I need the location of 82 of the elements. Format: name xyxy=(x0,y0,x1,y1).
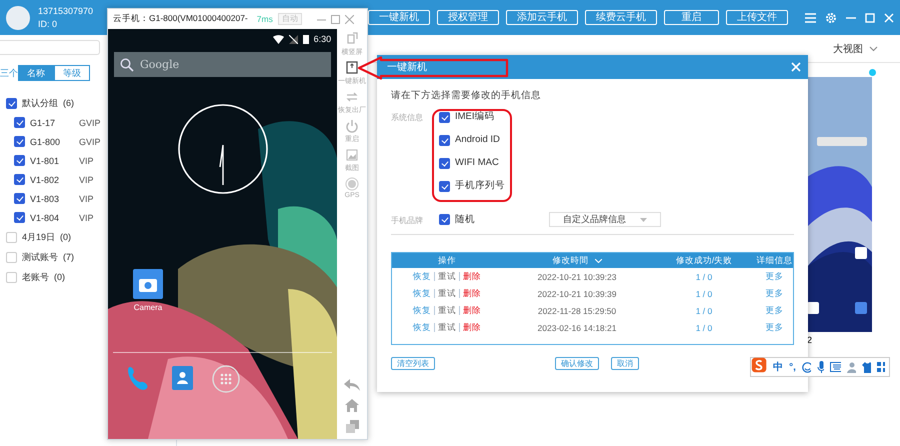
group-name[interactable]: 4月19日 xyxy=(22,230,56,244)
option-label[interactable]: IMEI编码 xyxy=(455,111,495,123)
column-header[interactable]: 操作 xyxy=(392,254,502,266)
punctuation-mode[interactable]: °, xyxy=(789,362,796,372)
toolbar-button[interactable]: 续费云手机 xyxy=(585,10,657,25)
table-cell-text: 1 / 0 xyxy=(694,272,714,282)
action-link[interactable]: 重试 xyxy=(438,322,456,334)
group-count: (0) xyxy=(54,272,65,282)
device-grade: GVIP xyxy=(79,118,101,128)
user-id: ID: 0 xyxy=(38,19,58,29)
device-name[interactable]: V1-804 xyxy=(30,212,74,222)
option-label[interactable]: WIFI MAC xyxy=(455,157,499,169)
action-link[interactable]: 重试 xyxy=(438,304,456,316)
brand-select[interactable]: 自定义品牌信息 xyxy=(549,212,661,227)
sort-label[interactable]: 三个 xyxy=(0,66,18,80)
option-label[interactable]: 随机 xyxy=(455,214,475,226)
toolbar-button[interactable]: 授权管理 xyxy=(437,10,499,25)
view-menu[interactable]: 大视图 xyxy=(833,42,863,56)
dialog-button[interactable]: 清空列表 xyxy=(391,357,435,370)
action-link[interactable]: 恢复 xyxy=(413,270,431,282)
table-cell-text: 2022-10-21 10:39:23 xyxy=(536,272,618,282)
account-number: 13715307970 xyxy=(38,6,94,16)
action-link[interactable]: 删除 xyxy=(463,288,481,300)
toolbar-button[interactable]: 上传文件 xyxy=(726,10,788,25)
table-cell-text: 2023-02-16 14:18:21 xyxy=(536,322,618,332)
device-name[interactable]: G1-17 xyxy=(30,118,74,128)
group-name[interactable]: 老账号 xyxy=(22,270,49,284)
ping-time: 7ms xyxy=(256,14,273,24)
device-name[interactable]: V1-801 xyxy=(30,156,74,166)
toolbar-button[interactable]: 一键新机 xyxy=(368,10,430,25)
action-link[interactable]: 删除 xyxy=(463,322,481,334)
dialog-button[interactable]: 确认修改 xyxy=(555,357,599,370)
action-link[interactable]: 恢复 xyxy=(413,288,431,300)
field-label: 手机品牌 xyxy=(391,214,424,226)
device-name[interactable]: V1-803 xyxy=(30,194,74,204)
column-header[interactable]: 修改時間 xyxy=(502,254,652,266)
device-grade: VIP xyxy=(79,156,94,166)
field-label: 系统信息 xyxy=(391,112,424,124)
toolbar-button[interactable]: 重启 xyxy=(664,10,719,25)
more-link[interactable]: 更多 xyxy=(756,304,793,316)
device-grade: VIP xyxy=(79,212,94,222)
action-link[interactable]: 重试 xyxy=(438,270,456,282)
option-label[interactable]: Android ID xyxy=(455,134,500,146)
table-cell-text: 1 / 0 xyxy=(694,288,714,298)
search-placeholder: Google xyxy=(140,58,180,71)
device-name[interactable]: G1-800 xyxy=(30,136,74,146)
action-link[interactable]: 重试 xyxy=(438,288,456,300)
app-label: Camera xyxy=(134,303,162,312)
table-cell-text: 1 / 0 xyxy=(694,306,714,316)
device-name[interactable]: V1-802 xyxy=(30,174,74,184)
action-link[interactable]: 恢复 xyxy=(413,322,431,334)
group-count: (0) xyxy=(60,232,72,242)
more-link[interactable]: 更多 xyxy=(756,288,793,300)
toolbar-button[interactable]: 添加云手机 xyxy=(506,10,578,25)
auto-button[interactable]: 自动 xyxy=(278,13,302,25)
action-link[interactable]: 恢复 xyxy=(413,304,431,316)
group-name[interactable]: 默认分组 xyxy=(22,96,58,110)
more-link[interactable]: 更多 xyxy=(756,322,793,334)
device-grade: GVIP xyxy=(79,136,101,146)
sort-tab[interactable]: 等级 xyxy=(54,65,90,81)
group-name[interactable]: 测试账号 xyxy=(22,250,58,264)
table-cell-text: 1 / 0 xyxy=(694,322,714,332)
instruction-text: 请在下方选择需要修改的手机信息 xyxy=(391,89,542,102)
window-title: 云手机：G1-800(VM01000400207- xyxy=(113,13,248,25)
status-time: 6:30 xyxy=(314,34,332,44)
device-grade: VIP xyxy=(79,174,94,184)
group-count: (7) xyxy=(63,252,74,262)
dialog-title: 一键新机 xyxy=(387,60,427,74)
device-grade: VIP xyxy=(79,194,94,204)
column-header[interactable]: 修改成功/失败 xyxy=(652,254,756,266)
dialog-button[interactable]: 取消 xyxy=(611,357,639,370)
table-cell-text: 2022-10-21 10:39:39 xyxy=(536,288,618,298)
group-count: (6) xyxy=(63,98,74,108)
input-mode[interactable]: 中 xyxy=(773,360,784,374)
table-cell-text: 2022-11-28 15:29:50 xyxy=(536,306,618,316)
more-link[interactable]: 更多 xyxy=(756,270,793,282)
column-header[interactable]: 详细信息 xyxy=(756,254,793,266)
sort-tab[interactable]: 名称 xyxy=(18,65,54,81)
action-link[interactable]: 删除 xyxy=(463,304,481,316)
search-bar[interactable]: Google xyxy=(114,52,332,77)
action-link[interactable]: 删除 xyxy=(463,270,481,282)
option-label[interactable]: 手机序列号 xyxy=(455,180,505,192)
